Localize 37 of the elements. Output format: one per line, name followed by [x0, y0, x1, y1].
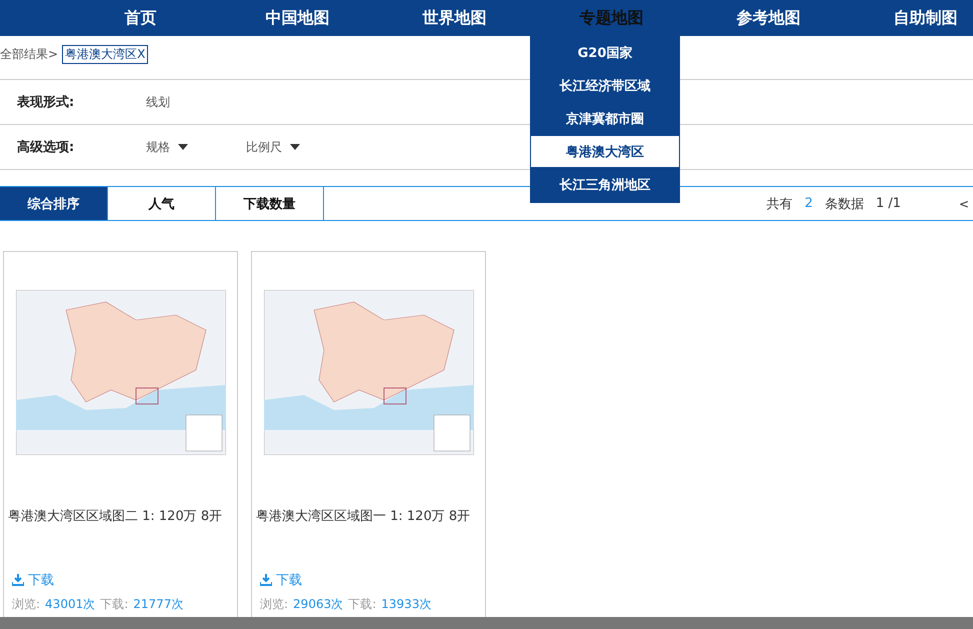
stat-label: 下载: [348, 596, 376, 613]
caret-icon [290, 144, 300, 150]
pager-text: 共有 [766, 196, 793, 212]
nav-link[interactable]: 参考地图 [690, 8, 847, 28]
filter-label: 表现形式: [17, 94, 76, 111]
view-count: 29063次 [293, 596, 344, 613]
download-count: 21777次 [133, 596, 184, 613]
filter-option[interactable]: 比例尺 [246, 138, 346, 156]
nav-link[interactable]: 自助制图 [847, 8, 973, 28]
download-icon [260, 574, 272, 586]
menu-item[interactable]: 长江经济带区域 [530, 69, 680, 102]
download-count: 13933次 [381, 596, 432, 613]
result-count: 2 [804, 196, 813, 211]
stat-label: 下载: [100, 596, 128, 613]
prev-page-link[interactable]: < [958, 196, 969, 210]
caret-icon [178, 144, 188, 150]
stat-label: 浏览: [12, 596, 40, 613]
page-indicator: 1 /1 [876, 196, 901, 211]
download-icon [12, 574, 24, 586]
nav-link[interactable]: 世界地图 [376, 8, 533, 28]
pager-text: 条数据 [824, 196, 864, 212]
breadcrumb-link[interactable]: 全部结果> [0, 46, 58, 63]
map-title[interactable]: 粤港澳大湾区区域图一 1: 120万 8开 [256, 507, 481, 525]
view-count: 43001次 [45, 596, 96, 613]
nav-link[interactable]: 首页 [62, 8, 219, 28]
map-title[interactable]: 粤港澳大湾区区域图二 1: 120万 8开 [8, 507, 233, 525]
filter-label: 高级选项: [17, 138, 76, 156]
filter-option[interactable]: 规格 [146, 138, 246, 156]
filter-option[interactable]: 线划 [146, 94, 246, 110]
menu-item[interactable]: G20国家 [530, 36, 680, 69]
sort-tab[interactable]: 综合排序 [0, 187, 108, 220]
stat-label: 浏览: [260, 596, 288, 613]
filter-tag[interactable]: 粤港澳大湾区X [62, 45, 148, 64]
menu-item[interactable]: 粤港澳大湾区 [530, 135, 680, 168]
menu-item[interactable]: 长江三角洲地区 [530, 168, 680, 201]
menu-item[interactable]: 京津冀都市圈 [530, 102, 680, 135]
nav-link[interactable]: 中国地图 [219, 8, 376, 28]
